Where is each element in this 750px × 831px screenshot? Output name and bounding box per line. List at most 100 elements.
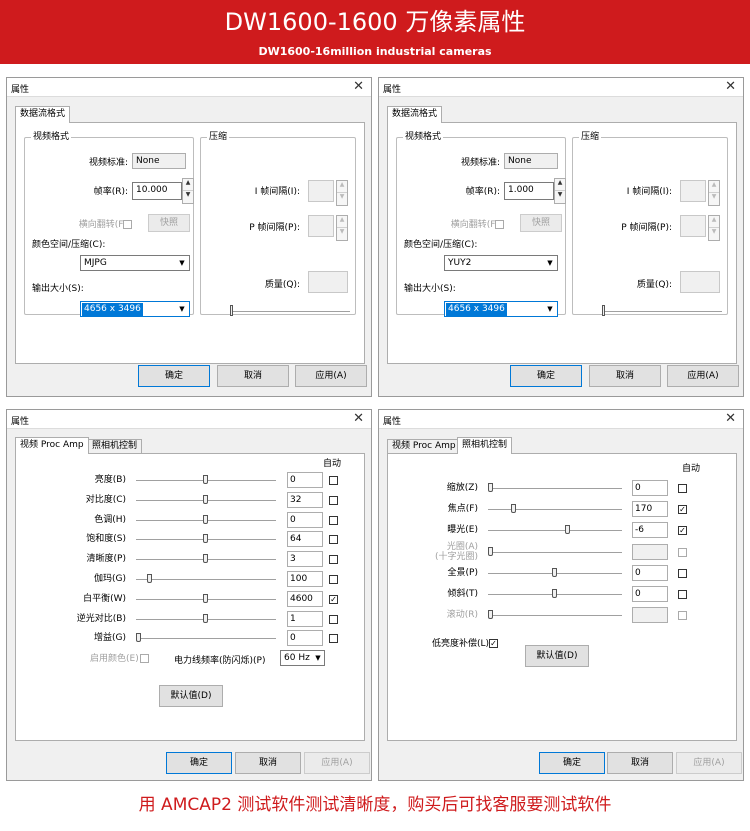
value-field[interactable]: 32 — [287, 492, 323, 508]
value-field[interactable]: 0 — [287, 472, 323, 488]
value-field[interactable] — [632, 607, 668, 623]
slider-thumb[interactable] — [488, 547, 493, 556]
value-field[interactable]: 0 — [632, 586, 668, 602]
spin-down-icon[interactable]: ▼ — [709, 228, 719, 240]
auto-checkbox[interactable]: ✓ — [678, 526, 687, 535]
chevron-down-icon[interactable]: ▼ — [175, 302, 189, 316]
quality-slider[interactable] — [602, 311, 722, 313]
auto-checkbox[interactable] — [329, 615, 338, 624]
auto-checkbox[interactable] — [329, 476, 338, 485]
slider-thumb[interactable] — [203, 534, 208, 543]
spin-up-icon[interactable]: ▲ — [337, 216, 347, 228]
slider-thumb[interactable] — [488, 483, 493, 492]
flip-checkbox[interactable] — [123, 220, 132, 229]
spin-down-icon[interactable]: ▼ — [337, 193, 347, 205]
snapshot-button[interactable]: 快照 — [148, 214, 190, 232]
value-field[interactable]: 1 — [287, 611, 323, 627]
slider-thumb[interactable] — [203, 554, 208, 563]
tab-stream-format[interactable]: 数据流格式 — [387, 106, 443, 123]
frame-rate-input[interactable]: 10.000 — [132, 182, 182, 200]
quality-slider-thumb[interactable] — [230, 305, 233, 316]
i-frame-input[interactable] — [308, 180, 334, 202]
color-space-select[interactable]: YUY2 ▼ — [444, 255, 558, 271]
slider-thumb[interactable] — [147, 574, 152, 583]
default-button[interactable]: 默认值(D) — [525, 645, 589, 667]
tab-camera-control[interactable]: 照相机控制 — [457, 437, 513, 454]
output-size-select[interactable]: 4656 x 3496 ▼ — [80, 301, 190, 317]
frame-rate-spinner[interactable]: ▲ ▼ — [554, 178, 566, 204]
auto-checkbox[interactable] — [678, 590, 687, 599]
slider-track[interactable] — [488, 615, 622, 617]
auto-checkbox[interactable]: ✓ — [329, 595, 338, 604]
value-field[interactable]: 0 — [632, 480, 668, 496]
spin-up-icon[interactable]: ▲ — [709, 181, 719, 193]
close-icon[interactable]: ✕ — [353, 79, 364, 94]
spin-up-icon[interactable]: ▲ — [709, 216, 719, 228]
auto-checkbox[interactable] — [678, 484, 687, 493]
value-field[interactable]: 3 — [287, 551, 323, 567]
auto-checkbox[interactable]: ✓ — [678, 505, 687, 514]
frame-rate-input[interactable]: 1.000 — [504, 182, 554, 200]
quality-input[interactable] — [680, 271, 720, 293]
close-icon[interactable]: ✕ — [353, 411, 364, 426]
slider-thumb[interactable] — [511, 504, 516, 513]
chevron-down-icon[interactable]: ▼ — [175, 256, 189, 270]
i-frame-spinner[interactable]: ▲ ▼ — [336, 180, 348, 206]
spin-down-icon[interactable]: ▼ — [337, 228, 347, 240]
value-field[interactable]: 4600 — [287, 591, 323, 607]
cancel-button[interactable]: 取消 — [607, 752, 673, 774]
slider-thumb[interactable] — [552, 568, 557, 577]
slider-track[interactable] — [488, 552, 622, 554]
value-field[interactable]: 0 — [287, 630, 323, 646]
chevron-down-icon[interactable]: ▼ — [543, 256, 557, 270]
slider-thumb[interactable] — [565, 525, 570, 534]
flip-checkbox[interactable] — [495, 220, 504, 229]
low-light-compensation-checkbox[interactable]: ✓ — [489, 639, 498, 648]
cancel-button[interactable]: 取消 — [217, 365, 289, 387]
value-field[interactable]: 64 — [287, 531, 323, 547]
ok-button[interactable]: 确定 — [138, 365, 210, 387]
slider-thumb[interactable] — [488, 610, 493, 619]
color-space-select[interactable]: MJPG ▼ — [80, 255, 190, 271]
auto-checkbox[interactable] — [678, 611, 687, 620]
slider-track[interactable] — [136, 638, 276, 640]
slider-thumb[interactable] — [203, 594, 208, 603]
ok-button[interactable]: 确定 — [539, 752, 605, 774]
spin-up-icon[interactable]: ▲ — [555, 179, 565, 191]
quality-slider[interactable] — [230, 311, 350, 313]
apply-button[interactable]: 应用(A) — [304, 752, 370, 774]
apply-button[interactable]: 应用(A) — [676, 752, 742, 774]
slider-thumb[interactable] — [552, 589, 557, 598]
close-icon[interactable]: ✕ — [725, 79, 736, 94]
spin-down-icon[interactable]: ▼ — [555, 191, 565, 203]
auto-checkbox[interactable] — [329, 516, 338, 525]
auto-checkbox[interactable] — [678, 548, 687, 557]
cancel-button[interactable]: 取消 — [235, 752, 301, 774]
power-line-frequency-select[interactable]: 60 Hz ▼ — [280, 650, 325, 666]
enable-color-checkbox[interactable] — [140, 654, 149, 663]
value-field[interactable]: 0 — [632, 565, 668, 581]
slider-track[interactable] — [488, 509, 622, 511]
close-icon[interactable]: ✕ — [725, 411, 736, 426]
spin-up-icon[interactable]: ▲ — [337, 181, 347, 193]
p-frame-spinner[interactable]: ▲ ▼ — [708, 215, 720, 241]
tab-video-proc-amp[interactable]: 视频 Proc Amp — [15, 437, 89, 454]
value-field[interactable]: 0 — [287, 512, 323, 528]
p-frame-input[interactable] — [308, 215, 334, 237]
auto-checkbox[interactable] — [678, 569, 687, 578]
i-frame-spinner[interactable]: ▲ ▼ — [708, 180, 720, 206]
auto-checkbox[interactable] — [329, 555, 338, 564]
snapshot-button[interactable]: 快照 — [520, 214, 562, 232]
quality-slider-thumb[interactable] — [602, 305, 605, 316]
spin-down-icon[interactable]: ▼ — [709, 193, 719, 205]
spin-up-icon[interactable]: ▲ — [183, 179, 193, 191]
p-frame-input[interactable] — [680, 215, 706, 237]
chevron-down-icon[interactable]: ▼ — [543, 302, 557, 316]
slider-track[interactable] — [488, 488, 622, 490]
value-field[interactable] — [632, 544, 668, 560]
default-button[interactable]: 默认值(D) — [159, 685, 223, 707]
auto-checkbox[interactable] — [329, 496, 338, 505]
cancel-button[interactable]: 取消 — [589, 365, 661, 387]
auto-checkbox[interactable] — [329, 575, 338, 584]
slider-thumb[interactable] — [203, 475, 208, 484]
